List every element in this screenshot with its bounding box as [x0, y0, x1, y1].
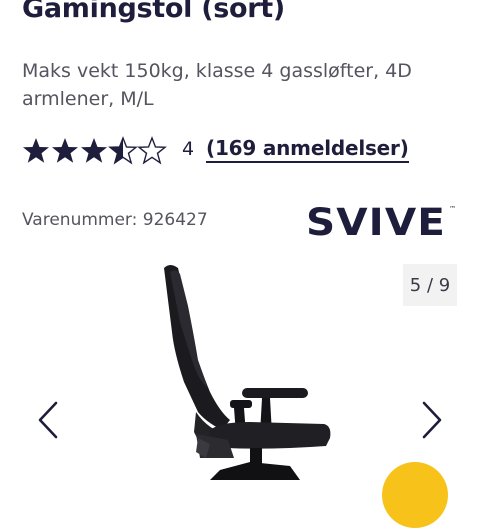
reviews-link[interactable]: (169 anmeldelser) — [206, 136, 409, 163]
star-half-icon — [109, 137, 137, 164]
chevron-left-icon — [38, 401, 58, 439]
brand-logo: SVIVE ™ — [306, 202, 456, 240]
chevron-right-icon — [422, 401, 442, 439]
next-image-button[interactable] — [418, 400, 444, 444]
image-counter: 5 / 9 — [403, 264, 457, 306]
product-subtitle: Maks vekt 150kg, klasse 4 gassløfter, 4D… — [22, 60, 412, 110]
star-full-icon — [23, 138, 49, 163]
star-rating — [23, 137, 166, 164]
product-image[interactable] — [150, 262, 350, 480]
rating-score: 4 — [182, 138, 195, 160]
star-full-icon — [52, 138, 78, 163]
sku-label: Varenummer: 926427 — [22, 210, 208, 230]
svg-text:™: ™ — [449, 205, 456, 213]
star-full-icon — [81, 138, 107, 163]
rating-row: 4 (169 anmeldelser) — [22, 136, 462, 168]
prev-image-button[interactable] — [36, 400, 62, 444]
chat-button[interactable] — [382, 462, 448, 528]
brand-wordmark: SVIVE — [306, 202, 446, 240]
star-empty-icon — [138, 137, 166, 164]
product-title: Gamingstol (sort) — [22, 0, 285, 24]
